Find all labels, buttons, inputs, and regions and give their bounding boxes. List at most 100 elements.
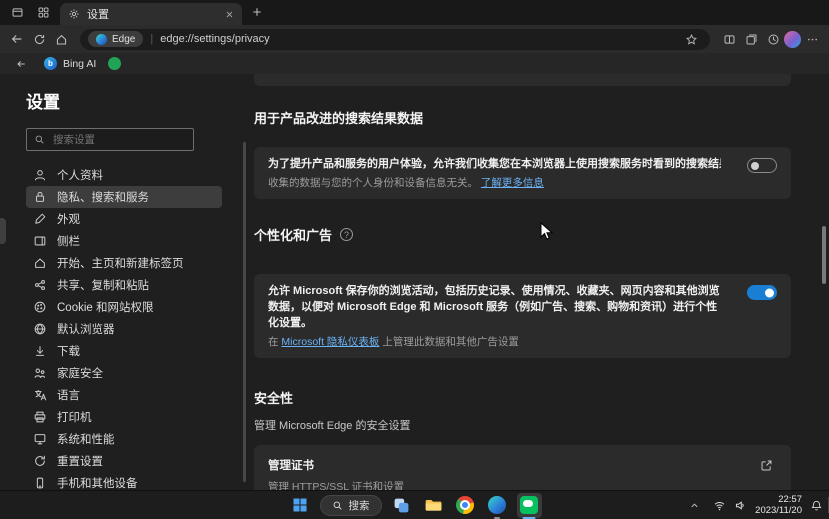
tab-strip: 设置 (0, 0, 829, 25)
wifi-icon[interactable] (713, 499, 726, 512)
sidebar-item[interactable]: 开始、主页和新建标签页 (26, 252, 222, 274)
sidebar-item-label: 家庭安全 (57, 367, 103, 380)
section-heading-security: 安全性 (254, 391, 294, 406)
download-icon (33, 344, 47, 358)
sidebar-item[interactable]: 系统和性能 (26, 428, 222, 450)
sidebar-item-label: 侧栏 (57, 235, 80, 248)
settings-search-input[interactable] (51, 132, 171, 147)
settings-sidebar: 设置 个人资料隐私、搜索和服务外观侧栏开始、主页和新建标签页共享、复制和粘贴 Co… (0, 74, 232, 490)
chevron-left-icon[interactable] (10, 53, 32, 75)
system-tray: 22:57 2023/11/20 (683, 491, 823, 519)
address-bar[interactable]: Edge | edge://settings/privacy (80, 28, 710, 50)
page-scrollbar[interactable] (822, 226, 826, 284)
taskbar-app-task-view[interactable] (389, 493, 414, 518)
start-button[interactable] (288, 493, 313, 518)
tray-chevron-up-icon[interactable] (683, 494, 705, 516)
sidebar-item-label: 手机和其他设备 (57, 477, 138, 490)
family-icon (33, 366, 47, 380)
collections-icon[interactable] (740, 28, 762, 50)
sidebar-item[interactable]: 侧栏 (26, 230, 222, 252)
manage-certificates-subtitle: 管理 HTTPS/SSL 证书和设置 (268, 481, 405, 490)
help-icon[interactable]: ? (340, 228, 354, 241)
taskbar-search[interactable]: 搜索 (319, 494, 382, 516)
clock-time: 22:57 (778, 494, 802, 505)
home-icon[interactable] (50, 28, 72, 50)
personalization-subtext-suffix: 上管理此数据和其他广告设置 (379, 336, 519, 348)
search-icon (34, 134, 45, 145)
browser-icon (33, 322, 47, 336)
volume-icon[interactable] (734, 499, 747, 512)
security-subtitle: 管理 Microsoft Edge 的安全设置 (254, 420, 411, 432)
history-icon[interactable] (762, 28, 784, 50)
reset-icon (33, 454, 47, 468)
privacy-dashboard-link[interactable]: Microsoft 隐私仪表板 (281, 336, 379, 348)
manage-certificates-title: 管理证书 (268, 460, 314, 472)
sidebar-item[interactable]: 共享、复制和粘贴 (26, 274, 222, 296)
section-heading-personalization: 个性化和广告 ? (254, 225, 791, 244)
sidebar-item-label: 打印机 (57, 411, 92, 424)
bing-ai-favicon: b (44, 57, 57, 70)
personalization-toggle[interactable] (747, 285, 777, 300)
taskbar-app-chrome[interactable] (453, 493, 478, 518)
sidebar-item-label: 重置设置 (57, 455, 103, 468)
share-icon (33, 278, 47, 292)
cookie-icon (33, 300, 47, 314)
clock-date: 2023/11/20 (755, 505, 802, 516)
previous-card-edge (254, 74, 791, 86)
sidebar-item[interactable]: 默认浏览器 (26, 318, 222, 340)
manage-certificates-row[interactable]: 管理证书 管理 HTTPS/SSL 证书和设置 (268, 445, 777, 490)
workspaces-icon[interactable] (32, 2, 54, 24)
settings-gear-icon (68, 8, 80, 20)
more-menu-icon[interactable] (801, 28, 823, 50)
learn-more-link[interactable]: 了解更多信息 (481, 177, 544, 189)
sidebar-item[interactable]: Cookie 和网站权限 (26, 296, 222, 318)
split-screen-icon[interactable] (718, 28, 740, 50)
taskbar-clock[interactable]: 22:57 2023/11/20 (755, 494, 802, 516)
taskbar-app-edge[interactable] (485, 493, 510, 519)
lock-icon (33, 190, 47, 204)
external-link-icon[interactable] (755, 454, 777, 476)
taskbar: 搜索 22:57 2023/11/20 (0, 490, 829, 519)
sidebar-item[interactable]: 隐私、搜索和服务 (26, 186, 222, 208)
sidebar-item[interactable]: 外观 (26, 208, 222, 230)
tab-title: 设置 (87, 9, 109, 21)
taskbar-app-file-explorer[interactable] (421, 493, 446, 518)
sidebar-item[interactable]: 语言 (26, 384, 222, 406)
search-data-subtext: 收集的数据与您的个人身份和设备信息无关。 (268, 177, 478, 189)
section-heading-search-data: 用于产品改进的搜索结果数据 (254, 111, 424, 126)
sidebar-item[interactable]: 打印机 (26, 406, 222, 428)
performance-icon (33, 432, 47, 446)
settings-search-box[interactable] (26, 128, 194, 151)
settings-page: 设置 个人资料隐私、搜索和服务外观侧栏开始、主页和新建标签页共享、复制和粘贴 Co… (0, 74, 829, 490)
sidebar-item-label: 系统和性能 (57, 433, 115, 446)
printer-icon (33, 410, 47, 424)
browser-tab-settings[interactable]: 设置 (60, 3, 242, 25)
sidebar-item[interactable]: 手机和其他设备 (26, 472, 222, 490)
personalization-subtext-prefix: 在 (268, 336, 282, 348)
refresh-icon[interactable] (28, 28, 50, 50)
search-data-toggle[interactable] (747, 158, 777, 173)
tab-close-icon[interactable] (225, 10, 234, 19)
bookmark-bing-ai[interactable]: b Bing AI (44, 57, 96, 70)
sidebar-item-label: 个人资料 (57, 169, 103, 182)
profile-avatar[interactable] (784, 30, 801, 48)
sidebar-item-label: 共享、复制和粘贴 (57, 279, 149, 292)
new-tab-icon[interactable] (246, 1, 268, 23)
back-icon[interactable] (6, 28, 28, 50)
taskbar-app-wechat[interactable] (516, 492, 542, 519)
settings-nav: 个人资料隐私、搜索和服务 外观侧栏开始、主页和新建标签页共享、复制和粘贴 Cooki… (26, 164, 222, 490)
personalization-card: 允许 Microsoft 保存你的浏览活动，包括历史记录、使用情况、收藏夹、网页… (254, 274, 791, 358)
sidebar-item-label: 外观 (57, 213, 80, 226)
taskbar-search-icon (333, 501, 342, 510)
sidebar-item-label: 隐私、搜索和服务 (57, 191, 149, 204)
sidebar-item[interactable]: 下载 (26, 340, 222, 362)
bookmark-green-site[interactable] (108, 57, 122, 70)
notification-bell-icon[interactable] (810, 499, 823, 512)
sidebar-item[interactable]: 家庭安全 (26, 362, 222, 384)
tab-actions-icon[interactable] (6, 2, 28, 24)
phone-icon (33, 476, 47, 490)
favorite-star-icon[interactable] (680, 28, 702, 50)
sidebar-item[interactable]: 个人资料 (26, 164, 222, 186)
sidebar-item[interactable]: 重置设置 (26, 450, 222, 472)
site-info-badge[interactable]: Edge (88, 31, 144, 47)
